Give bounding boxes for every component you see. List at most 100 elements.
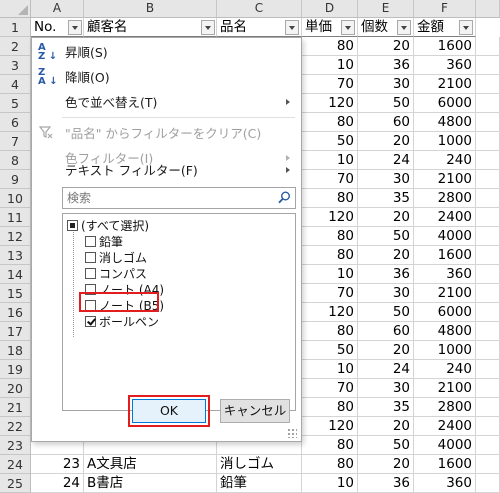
table-cell[interactable]: 50 xyxy=(302,341,358,360)
row-header[interactable]: 1 xyxy=(0,18,31,37)
table-cell[interactable]: 120 xyxy=(302,208,358,227)
table-cell[interactable] xyxy=(476,208,500,227)
filter-dropdown-product[interactable] xyxy=(285,20,299,35)
table-cell[interactable]: 120 xyxy=(302,417,358,436)
table-cell[interactable]: 50 xyxy=(358,436,414,455)
filter-dropdown-customer[interactable] xyxy=(201,20,215,35)
table-cell[interactable]: 20 xyxy=(358,208,414,227)
table-cell[interactable] xyxy=(476,170,500,189)
column-header[interactable] xyxy=(476,0,500,18)
table-cell[interactable]: 80 xyxy=(302,455,358,474)
table-cell[interactable]: 35 xyxy=(358,398,414,417)
row-header[interactable]: 20 xyxy=(0,379,31,398)
table-cell[interactable]: 2800 xyxy=(414,398,476,417)
table-cell[interactable] xyxy=(476,455,500,474)
row-header[interactable]: 19 xyxy=(0,360,31,379)
filter-dropdown-no[interactable] xyxy=(68,20,82,35)
table-cell[interactable]: 70 xyxy=(302,379,358,398)
table-cell[interactable] xyxy=(476,56,500,75)
table-cell[interactable] xyxy=(476,151,500,170)
row-header[interactable]: 21 xyxy=(0,398,31,417)
search-box[interactable] xyxy=(62,187,296,209)
table-cell[interactable] xyxy=(476,75,500,94)
cancel-button[interactable]: キャンセル xyxy=(220,399,290,423)
table-cell[interactable]: 1600 xyxy=(414,455,476,474)
table-cell[interactable]: 6000 xyxy=(414,303,476,322)
table-cell[interactable]: 2100 xyxy=(414,170,476,189)
menu-sort-descending[interactable]: ZA ↓ 降順(O) xyxy=(32,65,301,90)
column-header[interactable]: C xyxy=(217,0,302,18)
table-cell[interactable]: 80 xyxy=(302,113,358,132)
table-cell[interactable]: 10 xyxy=(302,151,358,170)
table-cell[interactable]: 20 xyxy=(358,132,414,151)
table-cell[interactable]: 2100 xyxy=(414,75,476,94)
table-cell[interactable]: B書店 xyxy=(84,474,217,493)
table-cell[interactable]: 30 xyxy=(358,379,414,398)
table-cell[interactable]: 20 xyxy=(358,246,414,265)
table-cell[interactable]: 70 xyxy=(302,284,358,303)
row-header[interactable]: 17 xyxy=(0,322,31,341)
table-cell[interactable]: 1600 xyxy=(414,37,476,56)
filter-dropdown-unit-price[interactable] xyxy=(341,20,355,35)
table-cell[interactable]: 120 xyxy=(302,303,358,322)
table-cell[interactable] xyxy=(476,474,500,493)
table-cell[interactable]: 36 xyxy=(358,265,414,284)
table-cell[interactable]: 70 xyxy=(302,75,358,94)
table-cell[interactable]: 50 xyxy=(358,227,414,246)
table-cell[interactable]: 2100 xyxy=(414,379,476,398)
table-cell[interactable]: 4000 xyxy=(414,227,476,246)
table-cell[interactable]: 10 xyxy=(302,474,358,493)
row-header[interactable]: 4 xyxy=(0,75,31,94)
table-cell[interactable] xyxy=(476,189,500,208)
column-header[interactable]: E xyxy=(358,0,414,18)
row-header[interactable]: 2 xyxy=(0,37,31,56)
table-cell[interactable] xyxy=(476,284,500,303)
table-cell[interactable]: 120 xyxy=(302,94,358,113)
table-cell[interactable]: 50 xyxy=(358,94,414,113)
row-header[interactable]: 24 xyxy=(0,455,31,474)
filter-list-item[interactable]: ボールペン xyxy=(85,314,159,330)
column-header[interactable]: D xyxy=(302,0,358,18)
filter-dropdown-qty[interactable] xyxy=(397,20,411,35)
table-cell[interactable]: 50 xyxy=(358,303,414,322)
menu-sort-by-color[interactable]: 色で並べ替え(T) xyxy=(32,90,301,115)
filter-value-list[interactable]: (すべて選択) 鉛筆 消しゴム コンパス ノート (A4) ノート (B5) ボールペン xyxy=(62,213,296,411)
filter-list-item[interactable]: 消しゴム xyxy=(85,250,147,266)
row-header[interactable]: 22 xyxy=(0,417,31,436)
row-header[interactable]: 10 xyxy=(0,189,31,208)
table-cell[interactable]: 1000 xyxy=(414,341,476,360)
table-cell[interactable]: 2100 xyxy=(414,284,476,303)
table-cell[interactable] xyxy=(476,94,500,113)
table-cell[interactable] xyxy=(476,360,500,379)
table-cell[interactable]: 80 xyxy=(302,322,358,341)
table-cell[interactable]: 20 xyxy=(358,37,414,56)
table-cell[interactable]: 30 xyxy=(358,75,414,94)
table-cell[interactable] xyxy=(476,37,500,56)
filter-list-item[interactable]: (すべて選択) xyxy=(67,218,149,234)
table-cell[interactable] xyxy=(476,227,500,246)
table-cell[interactable] xyxy=(476,398,500,417)
table-cell[interactable]: 240 xyxy=(414,360,476,379)
table-cell[interactable]: 60 xyxy=(358,113,414,132)
checkbox[interactable] xyxy=(67,220,78,231)
table-cell[interactable] xyxy=(476,379,500,398)
table-cell[interactable]: 80 xyxy=(302,37,358,56)
row-header[interactable]: 3 xyxy=(0,56,31,75)
filter-list-item[interactable]: コンパス xyxy=(85,266,147,282)
row-header[interactable]: 9 xyxy=(0,170,31,189)
table-cell[interactable]: 2800 xyxy=(414,189,476,208)
table-cell[interactable]: 360 xyxy=(414,474,476,493)
table-cell[interactable]: 80 xyxy=(302,246,358,265)
table-cell[interactable]: 20 xyxy=(358,341,414,360)
row-header[interactable]: 15 xyxy=(0,284,31,303)
table-cell[interactable]: 2400 xyxy=(414,417,476,436)
row-header[interactable]: 12 xyxy=(0,227,31,246)
filter-dropdown-amount[interactable] xyxy=(459,20,473,35)
table-cell[interactable]: 1600 xyxy=(414,246,476,265)
column-header[interactable]: A xyxy=(31,0,84,18)
row-header[interactable]: 23 xyxy=(0,436,31,455)
table-cell[interactable]: 24 xyxy=(358,360,414,379)
table-cell[interactable]: 35 xyxy=(358,189,414,208)
menu-text-filter[interactable]: テキスト フィルター(F) xyxy=(32,158,301,183)
row-header[interactable]: 18 xyxy=(0,341,31,360)
